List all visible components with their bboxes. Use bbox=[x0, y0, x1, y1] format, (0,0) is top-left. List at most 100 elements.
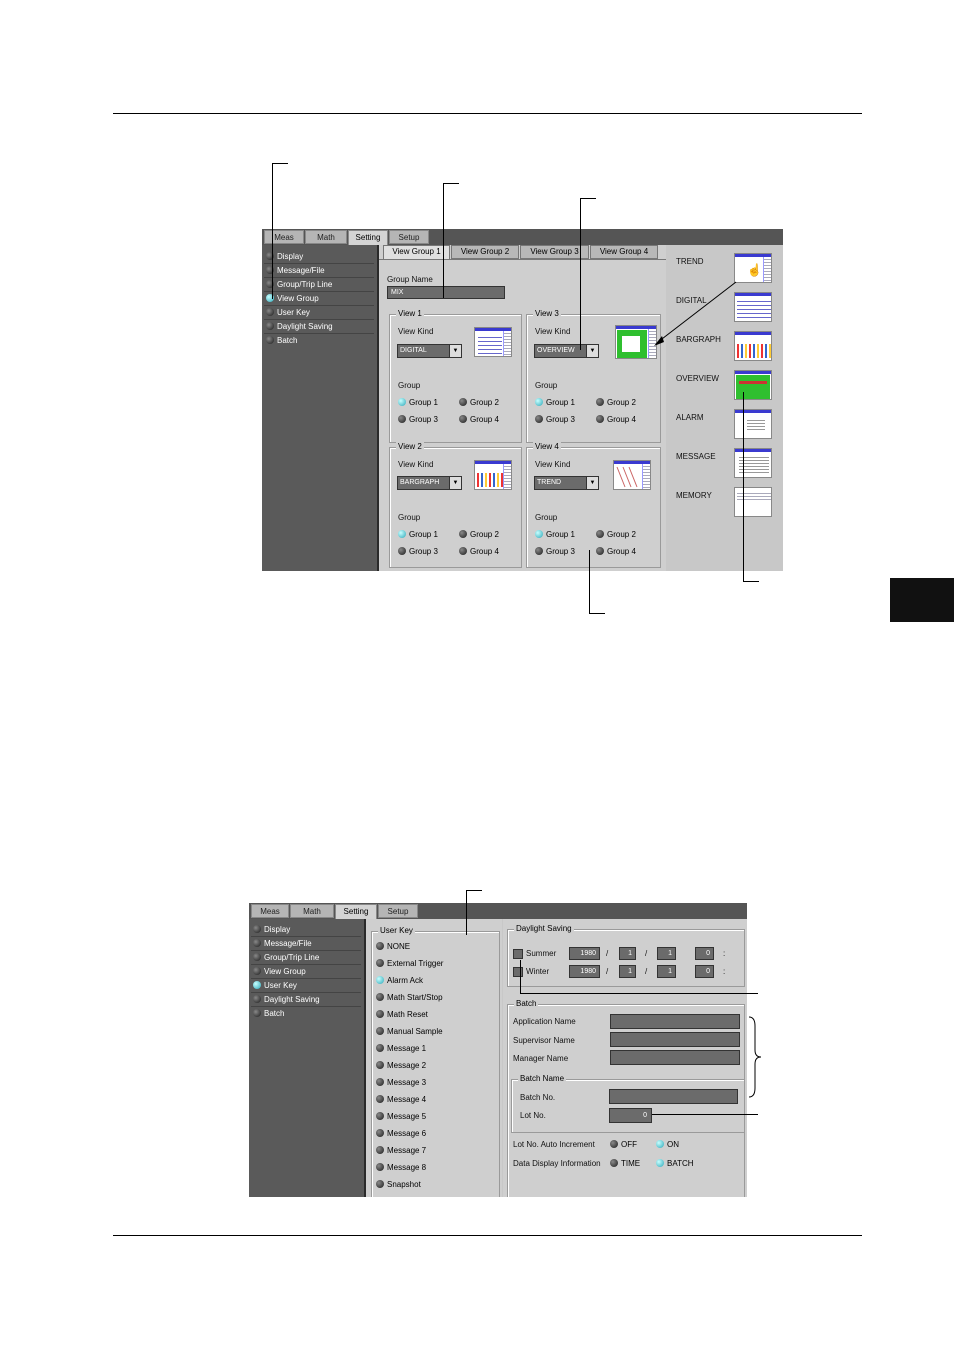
radio-group-1[interactable]: Group 1 bbox=[535, 397, 575, 407]
winter-day-input[interactable]: 1 bbox=[657, 965, 676, 978]
view-kind-select[interactable]: DIGITAL ▼ bbox=[397, 344, 462, 358]
view-kind-select[interactable]: TREND ▼ bbox=[534, 476, 599, 490]
chevron-down-icon[interactable]: ▼ bbox=[449, 345, 461, 357]
daylight-batch-panel: Daylight Saving Summer 1980 / 1 / 1 0 : … bbox=[503, 919, 747, 1197]
nav-item-group-trip-line[interactable]: Group/Trip Line bbox=[264, 278, 374, 292]
tab-setup[interactable]: Setup bbox=[378, 904, 418, 918]
user-key-option[interactable]: Message 8 bbox=[376, 1162, 426, 1172]
radio-group-4[interactable]: Group 4 bbox=[459, 546, 499, 556]
nav-label: Message/File bbox=[264, 939, 312, 948]
tab-setting[interactable]: Setting bbox=[335, 904, 377, 919]
display-batch-radio[interactable]: BATCH bbox=[656, 1158, 694, 1168]
view-kind-select[interactable]: OVERVIEW ▼ bbox=[534, 344, 599, 358]
chevron-down-icon[interactable]: ▼ bbox=[586, 477, 598, 489]
group-name-input[interactable]: MIX bbox=[387, 286, 505, 299]
summer-year-input[interactable]: 1980 bbox=[569, 947, 600, 960]
batch-no-input[interactable] bbox=[609, 1089, 738, 1104]
auto-increment-on-radio[interactable]: ON bbox=[656, 1139, 679, 1149]
lot-no-input[interactable]: 0 bbox=[609, 1108, 652, 1123]
winter-hour-input[interactable]: 0 bbox=[695, 965, 714, 978]
nav-item-daylight-saving[interactable]: Daylight Saving bbox=[264, 320, 374, 334]
user-key-option[interactable]: Message 7 bbox=[376, 1145, 426, 1155]
callout-line bbox=[272, 163, 288, 164]
summer-hour-input[interactable]: 0 bbox=[695, 947, 714, 960]
radio-group-3[interactable]: Group 3 bbox=[398, 546, 438, 556]
tab-meas[interactable]: Meas bbox=[264, 230, 304, 244]
view-kind-select[interactable]: BARGRAPH ▼ bbox=[397, 476, 462, 490]
winter-row[interactable]: Winter bbox=[513, 967, 549, 977]
radio-group-4[interactable]: Group 4 bbox=[596, 546, 636, 556]
tab-math[interactable]: Math bbox=[305, 230, 347, 244]
tab-meas[interactable]: Meas bbox=[251, 904, 289, 918]
tab-view-group-2[interactable]: View Group 2 bbox=[451, 245, 519, 259]
radio-group-4[interactable]: Group 4 bbox=[596, 414, 636, 424]
tab-math[interactable]: Math bbox=[290, 904, 334, 918]
nav-item-batch[interactable]: Batch bbox=[266, 334, 297, 348]
chevron-down-icon[interactable]: ▼ bbox=[449, 477, 461, 489]
user-key-option[interactable]: Manual Sample bbox=[376, 1026, 443, 1036]
user-key-option[interactable]: NONE bbox=[376, 941, 410, 951]
nav-label: User Key bbox=[264, 981, 297, 990]
user-key-option[interactable]: Message 5 bbox=[376, 1111, 426, 1121]
tab-setup[interactable]: Setup bbox=[389, 230, 429, 244]
display-time-radio[interactable]: TIME bbox=[610, 1158, 640, 1168]
nav-item-daylight-saving[interactable]: Daylight Saving bbox=[251, 993, 361, 1007]
nav-item-view-group[interactable]: View Group bbox=[251, 965, 361, 979]
user-key-title: User Key bbox=[378, 926, 415, 935]
radio-group-4[interactable]: Group 4 bbox=[459, 414, 499, 424]
radio-group-1[interactable]: Group 1 bbox=[535, 529, 575, 539]
user-key-option[interactable]: Alarm Ack bbox=[376, 975, 423, 985]
nav-item-user-key[interactable]: User Key bbox=[264, 306, 374, 320]
tab-view-group-1[interactable]: View Group 1 bbox=[383, 245, 450, 259]
nav-item-message-file[interactable]: Message/File bbox=[251, 937, 361, 951]
batch-name-title: Batch Name bbox=[518, 1074, 567, 1083]
radio-group-2[interactable]: Group 2 bbox=[596, 529, 636, 539]
winter-month-input[interactable]: 1 bbox=[619, 965, 636, 978]
summer-month-input[interactable]: 1 bbox=[619, 947, 636, 960]
user-key-option[interactable]: Message 3 bbox=[376, 1077, 426, 1087]
supervisor-name-input[interactable] bbox=[610, 1032, 740, 1047]
auto-increment-off-radio[interactable]: OFF bbox=[610, 1139, 637, 1149]
radio-group-2[interactable]: Group 2 bbox=[596, 397, 636, 407]
radio-group-3[interactable]: Group 3 bbox=[535, 546, 575, 556]
user-key-option[interactable]: Snapshot bbox=[376, 1179, 421, 1189]
user-key-option[interactable]: Message 4 bbox=[376, 1094, 426, 1104]
user-key-option[interactable]: External Trigger bbox=[376, 958, 443, 968]
winter-checkbox[interactable] bbox=[513, 967, 523, 977]
nav-item-display[interactable]: Display bbox=[251, 923, 361, 937]
nav-item-batch[interactable]: Batch bbox=[253, 1007, 284, 1021]
radio-led-icon bbox=[535, 397, 543, 406]
nav-item-message-file[interactable]: Message/File bbox=[264, 264, 374, 278]
nav-item-view-group[interactable]: View Group bbox=[264, 292, 374, 306]
user-key-option[interactable]: Message 2 bbox=[376, 1060, 426, 1070]
application-name-input[interactable] bbox=[610, 1014, 740, 1029]
user-key-option[interactable]: Math Reset bbox=[376, 1009, 428, 1019]
user-key-option[interactable]: Math Start/Stop bbox=[376, 992, 443, 1002]
radio-label: Group 1 bbox=[409, 398, 438, 407]
radio-group-3[interactable]: Group 3 bbox=[535, 414, 575, 424]
radio-label: Group 3 bbox=[409, 547, 438, 556]
radio-led-icon bbox=[610, 1158, 618, 1167]
tab-setting[interactable]: Setting bbox=[348, 230, 388, 245]
view-title: View 4 bbox=[533, 442, 561, 451]
nav-label: View Group bbox=[264, 967, 306, 976]
user-key-option[interactable]: Message 1 bbox=[376, 1043, 426, 1053]
tab-view-group-4[interactable]: View Group 4 bbox=[590, 245, 658, 259]
summer-day-input[interactable]: 1 bbox=[657, 947, 676, 960]
radio-group-2[interactable]: Group 2 bbox=[459, 397, 499, 407]
user-key-option[interactable]: Message 6 bbox=[376, 1128, 426, 1138]
summer-row[interactable]: Summer bbox=[513, 949, 556, 959]
radio-group-1[interactable]: Group 1 bbox=[398, 529, 438, 539]
winter-year-input[interactable]: 1980 bbox=[569, 965, 600, 978]
radio-group-1[interactable]: Group 1 bbox=[398, 397, 438, 407]
nav-item-user-key[interactable]: User Key bbox=[251, 979, 361, 993]
manager-name-input[interactable] bbox=[610, 1050, 740, 1065]
summer-checkbox[interactable] bbox=[513, 949, 523, 959]
chevron-down-icon[interactable]: ▼ bbox=[586, 345, 598, 357]
bargraph-preview-thumbnail bbox=[474, 460, 512, 490]
nav-item-group-trip-line[interactable]: Group/Trip Line bbox=[251, 951, 361, 965]
radio-group-2[interactable]: Group 2 bbox=[459, 529, 499, 539]
radio-group-3[interactable]: Group 3 bbox=[398, 414, 438, 424]
tab-view-group-3[interactable]: View Group 3 bbox=[520, 245, 589, 259]
radio-led-icon bbox=[376, 1179, 384, 1188]
